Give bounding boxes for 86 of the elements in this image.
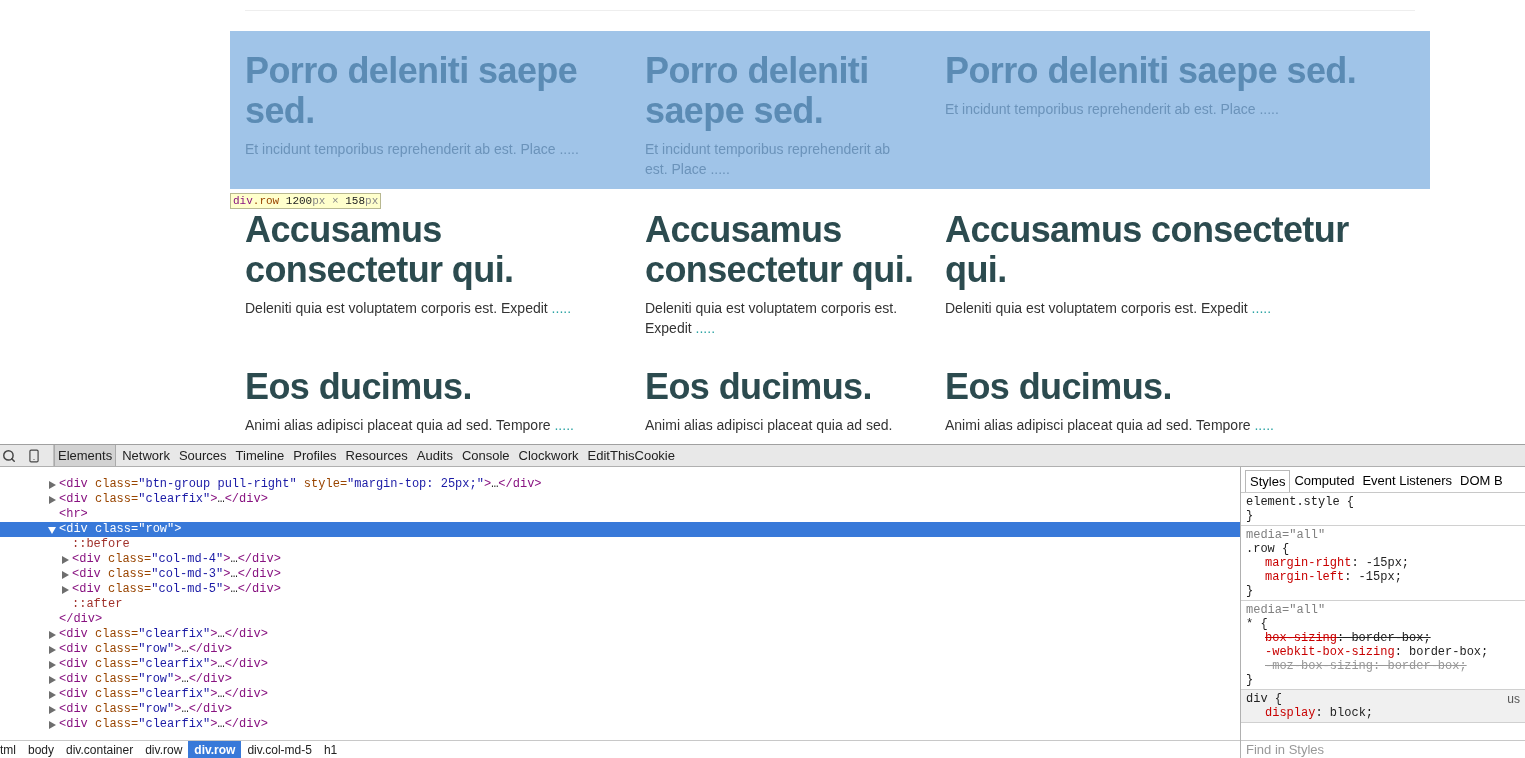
article-heading: Accusamus consectetur qui. [945, 210, 1350, 290]
dom-node[interactable]: <div class="clearfix">…</div> [59, 717, 268, 732]
collapsed-triangle-icon[interactable] [48, 480, 56, 489]
collapsed-triangle-icon[interactable] [48, 630, 56, 639]
article-heading: Eos ducimus. [245, 367, 473, 407]
css-selector: element.style { [1246, 495, 1355, 509]
breadcrumb[interactable]: div.row [188, 741, 242, 758]
selected-dom-row[interactable]: <div class="row"> [0, 522, 1240, 537]
dom-node[interactable]: <div class="col-md-3">…</div> [72, 567, 281, 582]
dom-node[interactable]: <div class="clearfix">…</div> [59, 687, 268, 702]
dom-node[interactable]: <hr> [59, 507, 88, 522]
devtools-tab[interactable]: Clockwork [515, 445, 582, 466]
dom-node[interactable]: <div class="row">…</div> [59, 642, 232, 657]
media-query: media="all" [1246, 603, 1327, 617]
article-excerpt: Deleniti quia est voluptatem corporis est. Expedit ..... [645, 299, 899, 338]
css-declaration[interactable]: margin-right: -15px; [1265, 556, 1410, 570]
css-declaration[interactable]: margin-left: -15px; [1265, 570, 1402, 584]
breadcrumb[interactable]: h1 [317, 741, 344, 758]
article-heading: Accusamus consectetur qui. [245, 210, 515, 290]
devtools-tab[interactable]: Profiles [290, 445, 340, 466]
collapsed-triangle-icon[interactable] [48, 720, 56, 729]
devtools-tab[interactable]: Sources [175, 445, 230, 466]
article-heading: Eos ducimus. [945, 367, 1173, 407]
dom-node[interactable]: <div class="clearfix">…</div> [59, 492, 268, 507]
collapsed-triangle-icon[interactable] [48, 705, 56, 714]
styles-tab[interactable]: Computed [1290, 470, 1359, 492]
article-heading: Accusamus consectetur qui. [645, 210, 915, 290]
dom-node[interactable]: <div class="col-md-4">…</div> [72, 552, 281, 567]
media-query: media="all" [1246, 528, 1327, 542]
styles-tab[interactable]: DOM B [1456, 470, 1507, 492]
devtools-tab[interactable]: Timeline [232, 445, 288, 466]
dom-node[interactable]: <div class="clearfix">…</div> [59, 627, 268, 642]
article-excerpt: Deleniti quia est voluptatem corporis est. Expedit ..... [245, 299, 573, 318]
pseudo-element[interactable]: ::before [72, 537, 130, 552]
devtools-tab[interactable]: Network [119, 445, 173, 466]
devtools-tab[interactable]: Console [458, 445, 513, 466]
css-declaration[interactable]: box-sizing: border-box; [1265, 631, 1431, 645]
article-heading: Porro deleniti saepe sed. [645, 51, 870, 131]
element-size-tooltip: div.row 1200px × 158px [230, 193, 382, 209]
css-declaration[interactable]: display: block; [1265, 706, 1374, 720]
collapsed-triangle-icon[interactable] [48, 645, 56, 654]
css-declaration[interactable]: -webkit-box-sizing: border-box; [1265, 645, 1489, 659]
devtools-tab[interactable]: EditThisCookie [584, 445, 678, 466]
collapsed-triangle-icon[interactable] [48, 675, 56, 684]
breadcrumb[interactable]: body [22, 741, 61, 758]
collapsed-triangle-icon[interactable] [48, 495, 56, 504]
article-excerpt: Deleniti quia est voluptatem corporis est. Expedit ..... [945, 299, 1273, 318]
filter-styles-field[interactable]: Find in Styles [1241, 740, 1525, 758]
closing-brace: } [1246, 584, 1254, 598]
article-heading: Porro deleniti saepe sed. [945, 51, 1358, 91]
expanded-triangle-icon[interactable] [48, 525, 56, 534]
closing-brace: } [1246, 673, 1254, 687]
dom-node[interactable]: <div class="row"> [59, 522, 182, 537]
article-excerpt: Animi alias adipisci placeat quia ad sed. Tempore ..... [245, 416, 575, 435]
phone-icon[interactable] [27, 448, 41, 463]
dom-node[interactable]: <div class="row">…</div> [59, 702, 232, 717]
breadcrumb[interactable]: div.container [60, 741, 140, 758]
devtools-tab[interactable]: Audits [413, 445, 456, 466]
collapsed-triangle-icon[interactable] [48, 660, 56, 669]
breadcrumb[interactable]: tml [0, 741, 22, 758]
collapsed-triangle-icon[interactable] [61, 585, 69, 594]
styles-tab[interactable]: Event Listeners [1358, 470, 1456, 492]
article-heading: Eos ducimus. [645, 367, 873, 407]
dom-node[interactable]: <div class="btn-group pull-right" style="margin-top: 25px;">…</div> [59, 477, 542, 492]
collapsed-triangle-icon[interactable] [48, 690, 56, 699]
collapsed-triangle-icon[interactable] [61, 570, 69, 579]
closing-tag: </div> [59, 612, 103, 627]
search-icon[interactable] [2, 448, 16, 463]
collapsed-triangle-icon[interactable] [61, 555, 69, 564]
css-selector: div { [1246, 692, 1282, 706]
article-heading: Porro deleniti saepe sed. [245, 51, 579, 131]
dom-node[interactable]: <div class="row">…</div> [59, 672, 232, 687]
devtools-tab[interactable]: Resources [342, 445, 411, 466]
devtools-tab[interactable]: Elements [54, 445, 117, 466]
dom-node[interactable]: <div class="clearfix">…</div> [59, 657, 268, 672]
rule-origin: us [1507, 692, 1520, 706]
breadcrumb[interactable]: div.col-md-5 [241, 741, 318, 758]
css-selector: * { [1246, 617, 1268, 631]
pseudo-element[interactable]: ::after [72, 597, 123, 612]
article-excerpt: Animi alias adipisci placeat quia ad sed. [645, 416, 894, 435]
css-selector: .row { [1246, 542, 1290, 556]
closing-brace: } [1246, 509, 1254, 523]
article-excerpt: Animi alias adipisci placeat quia ad sed. Tempore ..... [945, 416, 1275, 435]
styles-tab[interactable]: Styles [1245, 470, 1291, 492]
breadcrumb[interactable]: div.row [139, 741, 189, 758]
dom-node[interactable]: <div class="col-md-5">…</div> [72, 582, 281, 597]
